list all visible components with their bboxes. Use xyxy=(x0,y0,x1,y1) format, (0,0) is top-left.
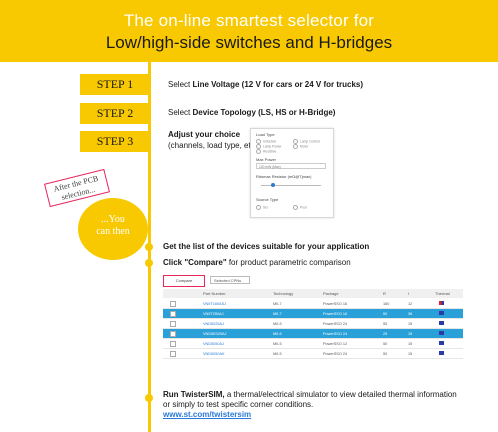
r-cell: 50 xyxy=(383,321,388,326)
thermal-icon[interactable] xyxy=(439,301,444,305)
package-cell: PowerSSO 24 xyxy=(323,321,348,326)
part-number-cell[interactable]: VN5T250AJ xyxy=(203,312,223,316)
part-number-cell[interactable]: VND5025AJ xyxy=(203,322,224,326)
bullet-dot-1 xyxy=(145,243,153,251)
circle-text: ...You can then xyxy=(96,214,130,237)
option-sg[interactable]: SG xyxy=(256,205,268,210)
header-package[interactable]: Package xyxy=(323,291,339,296)
step-2-badge: STEP 2 xyxy=(80,103,150,124)
row-checkbox[interactable] xyxy=(170,331,176,337)
table-row[interactable]: VN5T160ASJ M0-7 PowerSSO 16 160 12 xyxy=(163,299,463,309)
package-cell: PowerSSO 24 xyxy=(323,331,348,336)
header-banner: The on-line smartest selector for Low/hi… xyxy=(0,0,498,62)
technology-cell: M0-7 xyxy=(273,301,282,306)
row-checkbox[interactable] xyxy=(170,341,176,347)
row-checkbox[interactable] xyxy=(170,321,176,327)
step-3-badge: STEP 3 xyxy=(80,131,150,152)
part-number-cell[interactable]: VND5050AJ xyxy=(203,342,224,346)
filter-panel: Load Type Inductive Lamp Control Lamp Po… xyxy=(250,128,334,218)
comparison-table: Compare Selected CPNs Part Number Techno… xyxy=(163,275,463,375)
table-row[interactable]: VND5050AJ M0-5 PowerSSO 12 50 15 xyxy=(163,339,463,349)
technology-cell: M0-5 xyxy=(273,351,282,356)
step-3-text: Adjust your choice (channels, load type, … xyxy=(168,130,260,150)
table-row[interactable]: VND5025AJ M0-5 PowerSSO 24 50 15 xyxy=(163,319,463,329)
banner-line1: The on-line smartest selector for xyxy=(123,11,375,30)
table-header: Part Number Technology Package R I Therm… xyxy=(163,289,463,298)
load-type-label: Load Type xyxy=(256,132,275,137)
r-cell: 50 xyxy=(383,341,388,346)
technology-cell: M0-5 xyxy=(273,341,282,346)
header-technology[interactable]: Technology xyxy=(273,291,293,296)
bullet-dot-3 xyxy=(145,394,153,402)
thermal-icon[interactable] xyxy=(439,331,444,335)
max-power-select[interactable]: 120 mW (Max) xyxy=(256,163,326,169)
slider-knob[interactable] xyxy=(271,183,275,187)
package-cell: PowerSSO 16 xyxy=(323,301,348,306)
max-power-label: Max Power xyxy=(256,157,277,162)
thermal-icon[interactable] xyxy=(439,341,444,345)
i-cell: 15 xyxy=(408,331,413,336)
thermal-icon[interactable] xyxy=(439,311,444,315)
package-cell: PowerSSO 16 xyxy=(323,311,348,316)
option-pout[interactable]: Pout xyxy=(293,205,307,210)
part-number-cell[interactable]: VND5E025AJ xyxy=(203,332,226,336)
option-motor[interactable]: Motor xyxy=(293,144,308,149)
row-checkbox[interactable] xyxy=(170,351,176,357)
selected-cpns-select[interactable]: Selected CPNs xyxy=(210,276,250,284)
banner-line2: Low/high-side switches and H-bridges xyxy=(105,33,393,52)
i-cell: 36 xyxy=(408,311,413,316)
package-cell: PowerSSO 12 xyxy=(323,341,348,346)
header-r[interactable]: R xyxy=(383,291,386,296)
i-cell: 15 xyxy=(408,341,413,346)
r-cell: 25 xyxy=(383,331,388,336)
i-cell: 15 xyxy=(408,351,413,356)
thermal-icon[interactable] xyxy=(439,321,444,325)
r-cell: 160 xyxy=(383,301,390,306)
option-resistive[interactable]: Resistive xyxy=(256,149,276,154)
bullet-list-text: Get the list of the devices suitable for… xyxy=(163,242,370,251)
i-cell: 15 xyxy=(408,321,413,326)
technology-cell: M0-7 xyxy=(273,311,282,316)
package-cell: PowerSSO 24 xyxy=(323,351,348,356)
header-part-number[interactable]: Part Number xyxy=(203,291,226,296)
twister-link[interactable]: www.st.com/twistersim xyxy=(163,410,251,419)
bullet-dot-2 xyxy=(145,259,153,267)
step-1-badge: STEP 1 xyxy=(80,74,150,95)
table-row[interactable]: VND5E025AJ M0-5 PowerSSO 24 25 15 xyxy=(163,329,463,339)
bullet-compare-text: Click "Compare" for product parametric c… xyxy=(163,258,351,267)
twister-text: Run TwisterSIM, a thermal/electrical sim… xyxy=(163,390,457,419)
part-number-cell[interactable]: VND5050AK xyxy=(203,352,225,356)
thermal-icon[interactable] xyxy=(439,351,444,355)
table-row[interactable]: VN5T250AJ M0-7 PowerSSO 16 50 36 xyxy=(163,309,463,319)
r-cell: 50 xyxy=(383,351,388,356)
r-cell: 50 xyxy=(383,311,388,316)
resistance-slider[interactable] xyxy=(261,185,321,186)
source-type-label: Source Type xyxy=(256,197,279,202)
part-number-cell[interactable]: VN5T160ASJ xyxy=(203,302,226,306)
header-i[interactable]: I xyxy=(408,291,409,296)
resistance-label: Rdsmax Resistor (mΩ@Tjmax) xyxy=(256,174,312,179)
row-checkbox[interactable] xyxy=(170,301,176,307)
step-1-text: Select Line Voltage (12 V for cars or 24… xyxy=(168,80,364,89)
step-2-text: Select Device Topology (LS, HS or H-Brid… xyxy=(168,108,336,117)
technology-cell: M0-5 xyxy=(273,331,282,336)
i-cell: 12 xyxy=(408,301,413,306)
compare-button[interactable]: Compare xyxy=(163,275,205,287)
technology-cell: M0-5 xyxy=(273,321,282,326)
row-checkbox[interactable] xyxy=(170,311,176,317)
header-thermal[interactable]: Thermal xyxy=(435,291,450,296)
then-circle: ...You can then xyxy=(78,198,148,260)
table-row[interactable]: VND5050AK M0-5 PowerSSO 24 50 15 xyxy=(163,349,463,359)
